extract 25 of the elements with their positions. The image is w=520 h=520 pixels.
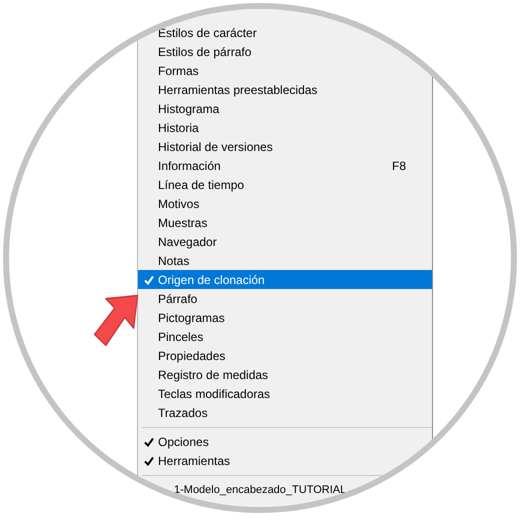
menu-item[interactable]: Estilos de carácter	[138, 23, 432, 42]
menu-item[interactable]: Origen de clonación	[138, 270, 432, 289]
menu-item[interactable]: Información F8	[138, 156, 432, 175]
menu-item[interactable]: Pictogramas	[138, 308, 432, 327]
menu-item[interactable]: Opciones	[138, 432, 432, 451]
menu-item[interactable]: Historial de versiones	[138, 137, 432, 156]
menu-item[interactable]: Párrafo	[138, 289, 432, 308]
menu-item[interactable]: Muestras	[138, 213, 432, 232]
menu-item[interactable]: Navegador	[138, 232, 432, 251]
menu-item[interactable]: Trazados	[138, 403, 432, 422]
menu-item[interactable]: Herramientas	[138, 451, 432, 470]
menu-item[interactable]: Formas	[138, 61, 432, 80]
menu-item[interactable]: Histograma	[138, 99, 432, 118]
menu-item[interactable]: Teclas modificadoras	[138, 384, 432, 403]
menu-item[interactable]: Línea de tiempo	[138, 175, 432, 194]
menu-item[interactable]: Propiedades	[138, 346, 432, 365]
menu-item[interactable]: Motivos	[138, 194, 432, 213]
menu-item[interactable]: Estilos de párrafo	[138, 42, 432, 61]
menu-item[interactable]: Registro de medidas	[138, 365, 432, 384]
menu-item[interactable]: Pinceles	[138, 327, 432, 346]
menu-item[interactable]: Historia	[138, 118, 432, 137]
shortcut-label: F8	[392, 158, 406, 174]
menu-item[interactable]: Notas	[138, 251, 432, 270]
recent-file-item[interactable]: 1-Modelo_encabezado_TUTORIAL	[174, 482, 346, 499]
menu-item[interactable]: Herramientas preestablecidas	[138, 80, 432, 99]
